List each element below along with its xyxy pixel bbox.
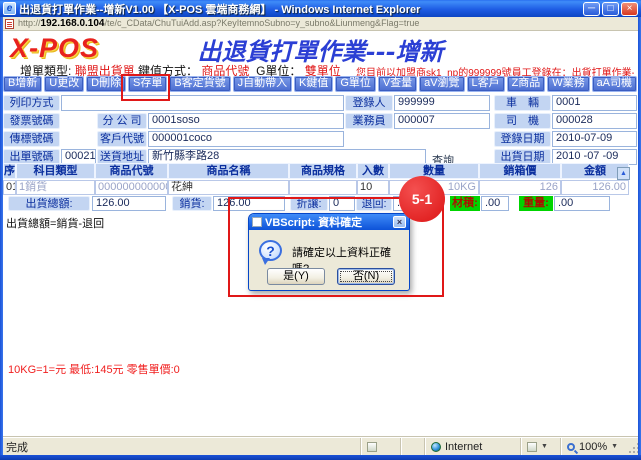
window-border-bottom <box>0 455 641 460</box>
btn-check-qty[interactable]: V查量 <box>378 76 417 92</box>
cell-code[interactable]: 000000000000024 <box>95 180 168 195</box>
btn-autofill[interactable]: J自動帶入 <box>233 76 292 92</box>
branch-label: 分 公 司 <box>97 113 147 129</box>
btn-customer[interactable]: L客戶 <box>467 76 505 92</box>
magnifier-icon <box>567 443 575 451</box>
total-label: 出貨總額: <box>8 196 90 211</box>
maximize-button[interactable]: □ <box>602 2 619 16</box>
window-border-left <box>0 17 3 460</box>
print-method-field[interactable] <box>61 95 344 111</box>
btn-driver[interactable]: aA司機 <box>592 76 637 92</box>
reg-date-label: 登錄日期 <box>494 131 551 147</box>
status-panel-empty <box>400 438 424 455</box>
btn-add[interactable]: B增新 <box>3 76 42 92</box>
customer-label: 客戶代號 <box>97 131 147 147</box>
url-prefix: http:// <box>18 18 41 28</box>
browser-window: e 出退貨打單作業--增新V1.00 【X-POS 雲端商務網】 - Windo… <box>0 0 641 460</box>
salesman-label: 業務員 <box>345 113 393 129</box>
btn-custom-code[interactable]: B客定貨號 <box>169 76 230 92</box>
branch-field[interactable]: 0001soso <box>148 113 344 129</box>
caret-down-icon: ▼ <box>541 443 548 450</box>
vehicle-label: 車 輛 <box>494 95 551 111</box>
scroll-up-icon[interactable]: ▲ <box>617 167 630 180</box>
zoom-control[interactable]: 100% ▼ <box>560 438 628 455</box>
toolbar: B增新 U更改 D刪除 S存單 B客定貨號 J自動帶入 K鍵值 G單位 V查量 … <box>3 76 637 93</box>
sales-label: 銷貨: <box>172 196 212 211</box>
document-icon <box>367 442 377 452</box>
btn-update[interactable]: U更改 <box>44 76 84 92</box>
annotation-step-badge: 5-1 <box>399 176 445 222</box>
page-icon <box>5 19 14 29</box>
cell-name[interactable]: 花紳 <box>168 180 289 195</box>
url-host: 192.168.0.104 <box>41 18 105 29</box>
col-seq: 序 <box>3 163 16 179</box>
formula-note: 出貨總額=銷貨-退回 <box>6 215 104 231</box>
title-bar: e 出退貨打單作業--增新V1.00 【X-POS 雲端商務網】 - Windo… <box>0 0 641 17</box>
ie-icon: e <box>3 2 16 15</box>
voucher-label: 傳標號碼 <box>3 131 60 147</box>
status-panel-page <box>360 438 400 455</box>
cell-spec[interactable] <box>289 180 357 195</box>
window-title: 出退貨打單作業--增新V1.00 【X-POS 雲端商務網】 - Windows… <box>19 1 583 17</box>
col-per: 入數 <box>357 163 389 179</box>
col-price: 銷箱價 <box>479 163 561 179</box>
price-note: 10KG=1=元 最低:145元 零售單價:0 <box>8 361 180 377</box>
vehicle-field[interactable]: 0001 <box>552 95 637 111</box>
xpos-logo: X-POS <box>10 33 99 64</box>
volume-label: 材積: <box>450 196 480 211</box>
caret-down-icon: ▼ <box>611 443 618 450</box>
cell-type[interactable]: 1銷貨 <box>16 180 95 195</box>
zone-text: Internet <box>445 441 482 453</box>
col-name: 商品名稱 <box>168 163 289 179</box>
btn-sales[interactable]: W業務 <box>547 76 589 92</box>
col-code: 商品代號 <box>95 163 168 179</box>
weight-field[interactable]: .00 <box>554 196 610 211</box>
registrant-field[interactable]: 999999 <box>394 95 490 111</box>
btn-product[interactable]: Z商品 <box>507 76 546 92</box>
cell-amount[interactable]: 126.00 <box>561 180 629 195</box>
cell-per[interactable]: 10 <box>357 180 389 195</box>
status-text: 完成 <box>0 439 360 455</box>
print-method-label: 列印方式 <box>3 95 60 111</box>
close-button[interactable]: × <box>621 2 638 16</box>
url-path: /te/c_CData/ChuTuiAdd.asp?KeyItemnoSubno… <box>104 18 419 28</box>
btn-browse[interactable]: aV瀏覽 <box>419 76 464 92</box>
volume-field[interactable]: .00 <box>481 196 509 211</box>
address-bar[interactable]: http://192.168.0.104/te/c_CData/ChuTuiAd… <box>0 17 641 31</box>
weight-label: 重量: <box>519 196 553 211</box>
cell-seq[interactable]: 01 <box>3 180 16 195</box>
shield-icon <box>527 442 537 452</box>
internet-zone-icon <box>431 442 441 452</box>
col-qty: 數量 <box>389 163 479 179</box>
customer-field[interactable]: 000001coco <box>148 131 344 147</box>
annotation-box-save <box>121 74 170 101</box>
driver-label: 司 機 <box>494 113 551 129</box>
driver-field[interactable]: 000028 <box>552 113 637 129</box>
col-spec: 商品規格 <box>289 163 357 179</box>
col-type: 科目類型 <box>16 163 95 179</box>
cell-price[interactable]: 126 <box>479 180 561 195</box>
total-field[interactable]: 126.00 <box>92 196 166 211</box>
registrant-label: 登錄人 <box>345 95 393 111</box>
invoice-label: 發票號碼 <box>3 113 60 129</box>
btn-unit[interactable]: G單位 <box>335 76 376 92</box>
salesman-field[interactable]: 000007 <box>394 113 490 129</box>
url-text[interactable]: http://192.168.0.104/te/c_CData/ChuTuiAd… <box>18 18 419 29</box>
zoom-level: 100% <box>579 441 607 453</box>
btn-keyvalue[interactable]: K鍵值 <box>294 76 333 92</box>
reg-date-field[interactable]: 2010-07-09 <box>552 131 637 147</box>
status-bar: 完成 Internet ▼ 100% ▼ <box>0 437 641 455</box>
zone-panel: Internet <box>424 438 520 455</box>
protected-mode-panel[interactable]: ▼ <box>520 438 560 455</box>
minimize-button[interactable]: ─ <box>583 2 600 16</box>
